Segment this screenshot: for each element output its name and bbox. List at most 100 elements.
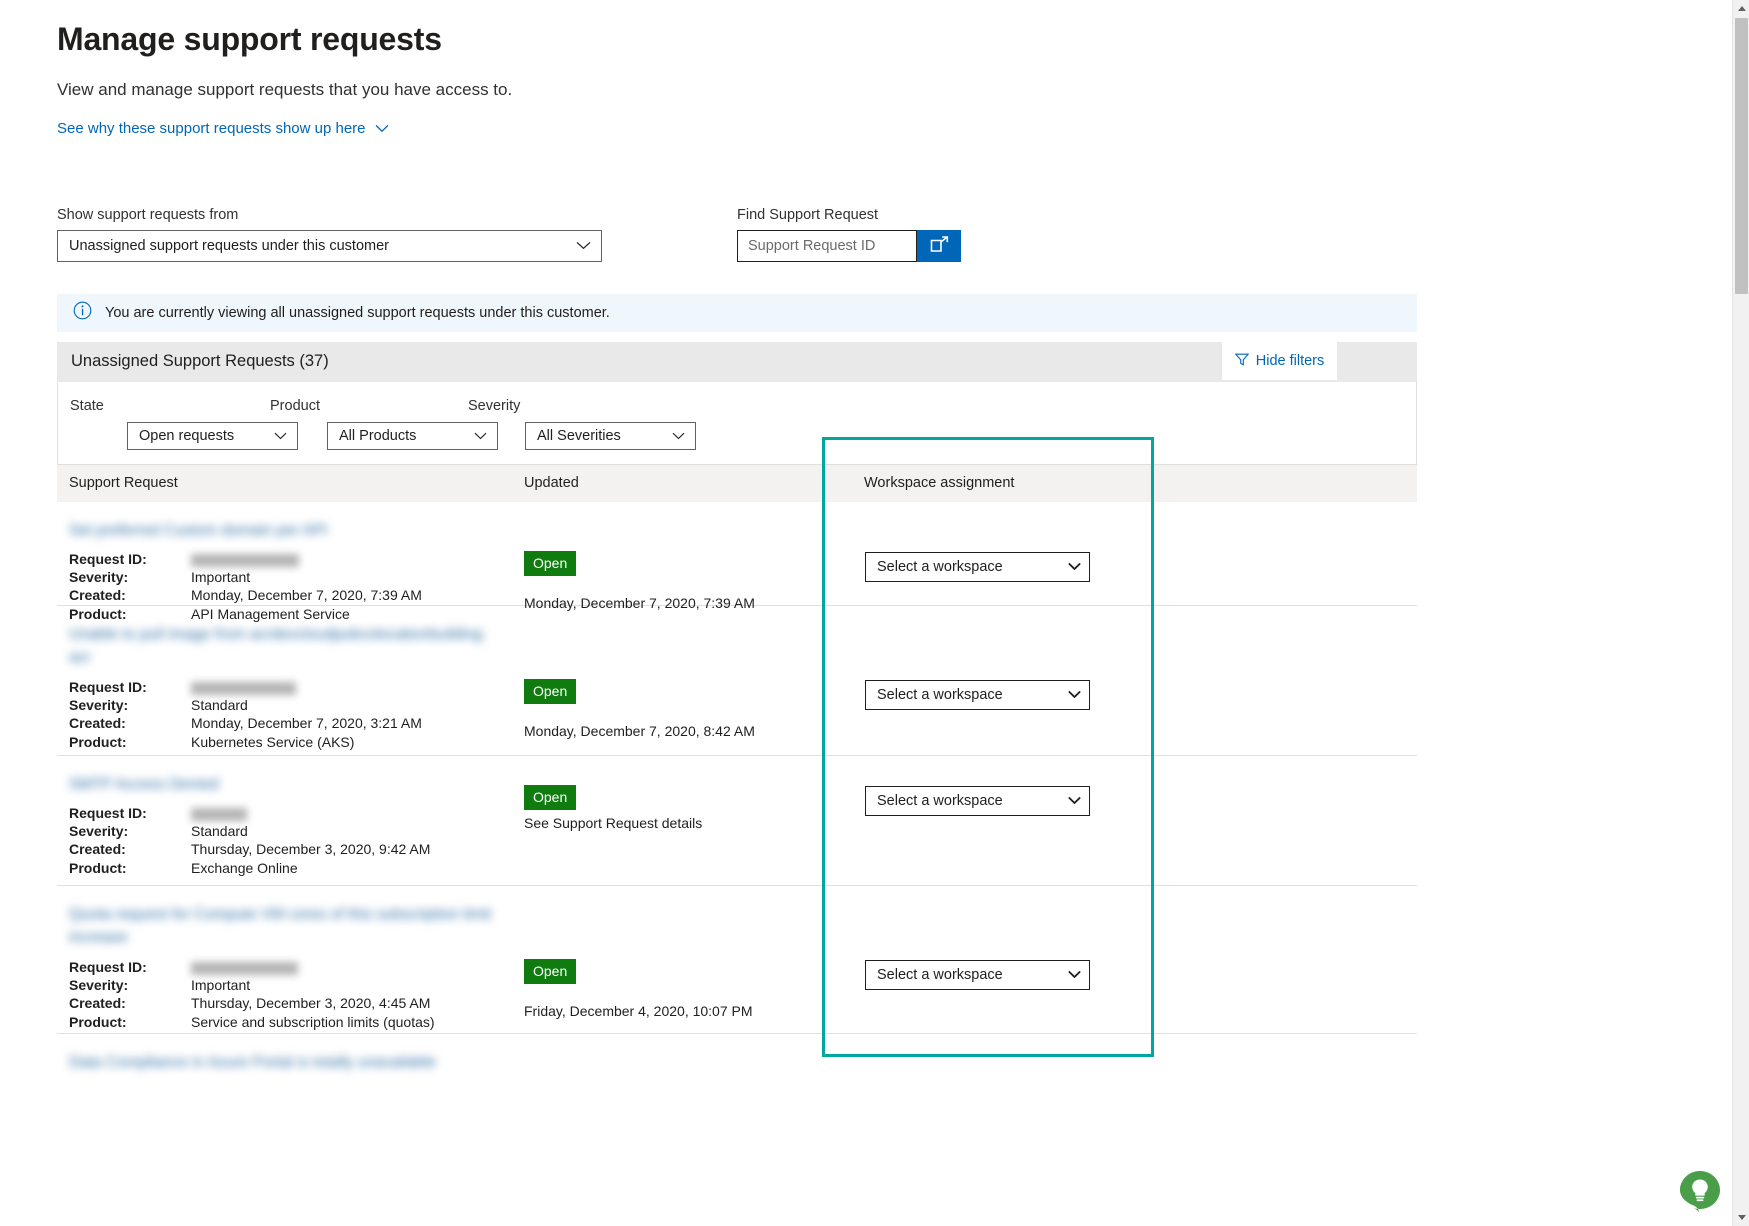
chevron-down-icon: [1068, 687, 1081, 703]
workspace-select[interactable]: Select a workspace: [865, 960, 1090, 990]
filter-select-state[interactable]: Open requests: [127, 422, 298, 450]
meta-value-severity: Important: [191, 977, 251, 994]
hide-filters-button[interactable]: Hide filters: [1222, 342, 1337, 380]
chevron-down-icon: [274, 428, 287, 444]
chevron-down-icon: [576, 238, 591, 254]
table-row: Unable to pull image from acrdevcloudpub…: [57, 606, 1417, 756]
see-why-link[interactable]: See why these support requests show up h…: [57, 118, 389, 140]
meta-key-product: Product:: [69, 733, 127, 750]
meta-value-request-id: [191, 958, 435, 976]
show-from-value: Unassigned support requests under this c…: [69, 238, 389, 254]
chevron-down-icon: [474, 428, 487, 444]
status-badge: Open: [524, 959, 577, 984]
request-title-link[interactable]: Unable to pull image from acrdevcloudpub…: [69, 623, 499, 669]
meta-value-request-id: [191, 804, 430, 822]
scroll-down-arrow-icon[interactable]: [1733, 1209, 1749, 1226]
status-badge: Open: [524, 679, 577, 704]
column-header-support-request: Support Request: [69, 475, 178, 491]
updated-timestamp: Friday, December 4, 2020, 10:07 PM: [524, 1003, 753, 1019]
workspace-select[interactable]: Select a workspace: [865, 680, 1090, 710]
request-title-link[interactable]: Set preferred Custom domain per API: [69, 519, 499, 542]
find-request-input[interactable]: [737, 230, 917, 262]
meta-value-product: Service and subscription limits (quotas): [191, 1013, 435, 1030]
open-in-new-window-icon: [930, 236, 949, 256]
column-header-updated: Updated: [524, 475, 579, 491]
meta-value-request-id: [191, 550, 422, 568]
meta-value-created: Monday, December 7, 2020, 7:39 AM: [191, 587, 422, 604]
hide-filters-label: Hide filters: [1255, 353, 1325, 369]
workspace-select-value: Select a workspace: [877, 793, 1003, 809]
table-row: Set preferred Custom domain per API Requ…: [57, 502, 1417, 622]
feedback-button[interactable]: [1677, 1168, 1723, 1214]
meta-key-severity: Severity:: [69, 697, 129, 714]
page-content: Manage support requests View and manage …: [0, 0, 1732, 1226]
meta-key-created: Created:: [69, 587, 126, 604]
chevron-down-icon: [375, 118, 389, 140]
meta-key-created: Created:: [69, 715, 126, 732]
meta-value-request-id: [191, 678, 422, 696]
scroll-up-arrow-icon[interactable]: [1733, 0, 1749, 17]
chevron-down-icon: [672, 428, 685, 444]
meta-key-severity: Severity:: [69, 823, 129, 840]
see-request-details-text: See Support Request details: [524, 815, 703, 831]
chevron-down-icon: [1068, 559, 1081, 575]
workspace-select-value: Select a workspace: [877, 687, 1003, 703]
workspace-select[interactable]: Select a workspace: [865, 552, 1090, 582]
workspace-select-value: Select a workspace: [877, 967, 1003, 983]
request-meta: Request ID: Severity: Standard Created: …: [69, 804, 430, 877]
meta-key-created: Created:: [69, 995, 126, 1012]
meta-key-severity: Severity:: [69, 977, 129, 994]
request-meta: Request ID: Severity: Standard Created: …: [69, 678, 422, 751]
chevron-down-icon: [1068, 793, 1081, 809]
meta-key-created: Created:: [69, 841, 126, 858]
filter-icon: [1234, 353, 1250, 370]
meta-value-created: Monday, December 7, 2020, 3:21 AM: [191, 715, 422, 732]
find-request-button[interactable]: [917, 230, 961, 262]
table-row: Quota request for Compute VM cores of th…: [57, 886, 1417, 1034]
meta-value-product: Exchange Online: [191, 859, 298, 876]
filter-label-product: Product: [270, 398, 320, 414]
filter-select-severity[interactable]: All Severities: [525, 422, 696, 450]
meta-key-request-id: Request ID:: [69, 805, 147, 821]
request-title-link[interactable]: SMTP Access Denied: [69, 773, 499, 796]
workspace-select-value: Select a workspace: [877, 559, 1003, 575]
request-title-link[interactable]: Data Compliance in Azure Portal is total…: [69, 1051, 499, 1074]
workspace-select[interactable]: Select a workspace: [865, 786, 1090, 816]
table-row: SMTP Access Denied Request ID: Severity:…: [57, 756, 1417, 886]
scrollbar-thumb[interactable]: [1735, 18, 1748, 294]
page-subtitle: View and manage support requests that yo…: [57, 80, 513, 99]
see-why-link-label: See why these support requests show up h…: [57, 120, 366, 137]
filter-label-severity: Severity: [468, 398, 521, 414]
status-badge: Open: [524, 551, 577, 576]
meta-value-created: Thursday, December 3, 2020, 4:45 AM: [191, 995, 431, 1012]
filter-severity-value: All Severities: [537, 428, 621, 444]
meta-value-created: Thursday, December 3, 2020, 9:42 AM: [191, 841, 431, 858]
meta-key-product: Product:: [69, 1013, 127, 1030]
status-badge: Open: [524, 785, 577, 810]
meta-key-request-id: Request ID:: [69, 959, 147, 975]
meta-value-severity: Standard: [191, 823, 248, 840]
filters-row: State Open requests Product All Products…: [57, 382, 1417, 464]
table-row: Data Compliance in Azure Portal is total…: [57, 1034, 1417, 1094]
filter-state-value: Open requests: [139, 428, 235, 444]
show-from-select[interactable]: Unassigned support requests under this c…: [57, 230, 602, 262]
meta-key-request-id: Request ID:: [69, 551, 147, 567]
page-root: Manage support requests View and manage …: [0, 0, 1749, 1226]
request-meta: Request ID: Severity: Important Created:…: [69, 958, 435, 1031]
meta-value-product: Kubernetes Service (AKS): [191, 733, 355, 750]
meta-key-request-id: Request ID:: [69, 679, 147, 695]
info-banner: You are currently viewing all unassigned…: [57, 294, 1417, 332]
meta-key-severity: Severity:: [69, 569, 129, 586]
table-header: Support Request Updated Workspace assign…: [57, 464, 1417, 502]
meta-key-product: Product:: [69, 859, 127, 876]
info-banner-text: You are currently viewing all unassigned…: [105, 305, 610, 321]
page-scrollbar[interactable]: [1732, 0, 1749, 1226]
requests-panel-header: Unassigned Support Requests (37): [57, 342, 1417, 382]
meta-value-severity: Important: [191, 569, 251, 586]
request-title-link[interactable]: Quota request for Compute VM cores of th…: [69, 903, 499, 949]
updated-timestamp: Monday, December 7, 2020, 8:42 AM: [524, 723, 755, 739]
filter-label-state: State: [70, 398, 104, 414]
feedback-lightbulb-icon: [1677, 1171, 1723, 1218]
filter-select-product[interactable]: All Products: [327, 422, 498, 450]
find-request-label: Find Support Request: [737, 207, 879, 223]
